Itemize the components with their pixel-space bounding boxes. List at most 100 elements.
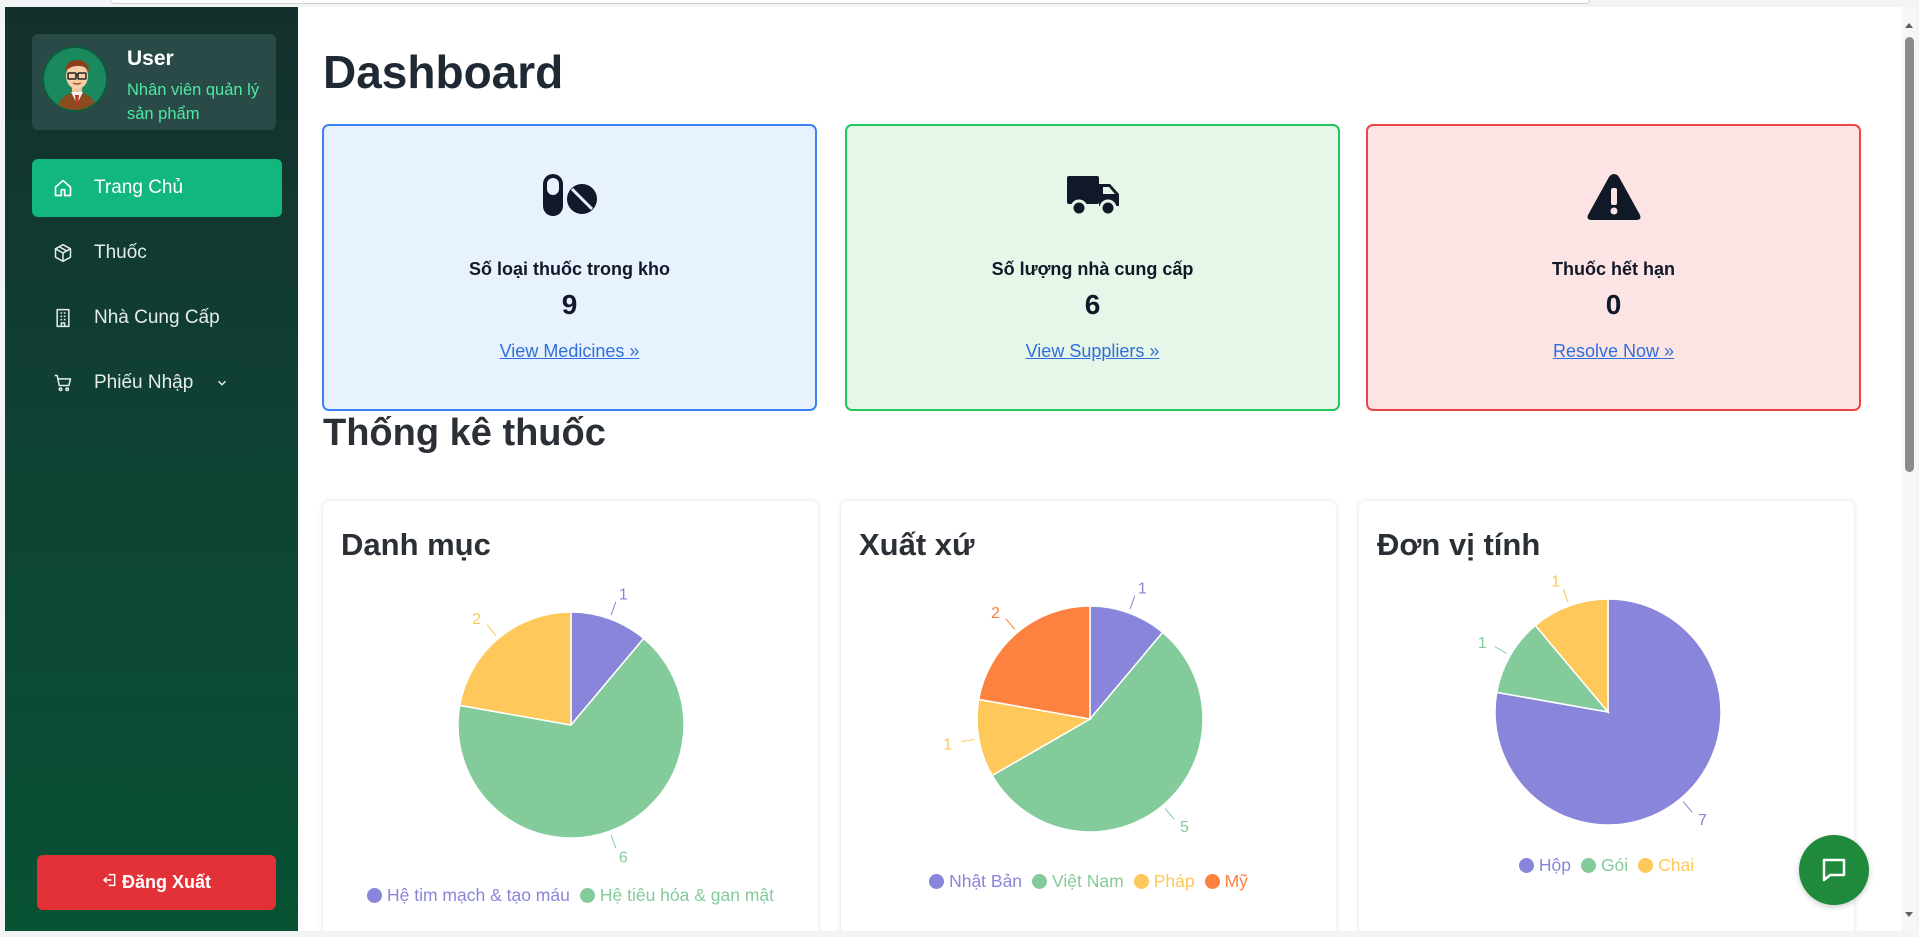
stat-label: Số loại thuốc trong kho: [469, 259, 670, 279]
legend-label: Hệ tiêu hóa & gan mật: [599, 885, 774, 905]
nav-item-label: Phiếu Nhập: [94, 372, 194, 393]
legend-dot: [1032, 874, 1048, 889]
legend-label: Mỹ: [1224, 871, 1248, 891]
pie-slice[interactable]: [977, 605, 1091, 720]
pie-data-label: 2: [472, 611, 481, 628]
legend-item[interactable]: Pháp: [1133, 871, 1195, 892]
chart-legend: Hộp Gói Chai: [1359, 855, 1854, 876]
stat-label: Thuốc hết hạn: [1552, 259, 1675, 279]
legend-item[interactable]: Chai: [1638, 855, 1694, 876]
warning-icon: [1368, 172, 1859, 220]
pie-label-line: [486, 624, 497, 636]
scroll-down-icon[interactable]: [1904, 911, 1914, 919]
cart-icon: [52, 372, 74, 394]
pie-label-line: [1164, 808, 1175, 820]
pie-label-line: [610, 834, 617, 849]
legend-item[interactable]: Hộp: [1518, 855, 1571, 876]
resolve-now-link[interactable]: Resolve Now »: [1368, 341, 1859, 362]
user-card: User Nhân viên quản lý sản phẩm: [32, 34, 276, 130]
nav-item-nha-cung-cap[interactable]: Nhà Cung Cấp: [32, 289, 282, 347]
legend-dot: [367, 888, 382, 903]
view-medicines-link[interactable]: View Medicines »: [324, 341, 815, 362]
truck-icon: [847, 172, 1338, 220]
legend-label: Nhật Bản: [949, 871, 1023, 891]
chart-legend: Hệ tim mạch & tạo máu Hệ tiêu hóa & gan …: [323, 885, 818, 906]
pie-data-label: 2: [991, 605, 1000, 622]
legend-label: Gói: [1600, 855, 1629, 875]
legend-label: Pháp: [1153, 871, 1195, 891]
logout-icon: [102, 872, 118, 893]
stat-card-medicines: Số loại thuốc trong kho 9 View Medicines…: [322, 124, 817, 411]
legend-item[interactable]: Nhật Bản: [929, 871, 1022, 892]
nav-item-label: Trang Chủ: [94, 177, 184, 198]
nav-item-trang-chu[interactable]: Trang Chủ: [32, 159, 282, 217]
stat-value: 6: [1084, 289, 1101, 320]
stat-card-suppliers: Số lượng nhà cung cấp 6 View Suppliers »: [845, 124, 1340, 411]
legend-dot: [1638, 858, 1654, 873]
stat-label: Số lượng nhà cung cấp: [991, 259, 1194, 279]
scroll-thumb[interactable]: [1905, 37, 1914, 472]
pie-data-label: 1: [943, 736, 952, 753]
avatar: [42, 46, 108, 112]
box-icon: [52, 242, 74, 264]
pie-chart-danh-muc: 1 6 2: [457, 586, 685, 867]
legend-dot: [1133, 874, 1149, 889]
logout-button[interactable]: Đăng Xuất: [37, 855, 276, 910]
sidebar: User Nhân viên quản lý sản phẩm Trang Ch…: [5, 7, 298, 931]
pie-label-line: [960, 738, 975, 743]
chevron-down-icon[interactable]: [215, 376, 229, 390]
browser-top-edge: [110, 0, 1590, 4]
legend-item[interactable]: Việt Nam: [1032, 871, 1124, 892]
chart-legend: Nhật Bản Việt Nam Pháp Mỹ: [841, 871, 1336, 892]
legend-dot: [579, 888, 595, 903]
pie-label-line: [1129, 595, 1136, 610]
section-title: Thống kê thuốc: [323, 412, 606, 454]
pie-label-line: [1682, 801, 1693, 813]
stat-card-expired: Thuốc hết hạn 0 Resolve Now »: [1366, 124, 1861, 411]
pie-label-line: [1562, 588, 1569, 603]
home-icon: [52, 177, 74, 199]
pie-data-label: 1: [1478, 635, 1487, 652]
view-suppliers-link[interactable]: View Suppliers »: [847, 341, 1338, 362]
stat-value: 0: [1605, 289, 1622, 320]
user-role: Nhân viên quản lý sản phẩm: [127, 81, 260, 123]
pie-label-line: [1005, 618, 1016, 630]
pie-data-label: 6: [619, 850, 628, 867]
scroll-up-icon[interactable]: [1904, 21, 1914, 29]
legend-dot: [929, 874, 945, 889]
nav-item-phieu-nhap[interactable]: Phiếu Nhập: [32, 354, 282, 412]
pie-data-label: 7: [1698, 812, 1707, 829]
pie-data-label: 1: [1138, 580, 1147, 597]
page-title: Dashboard: [323, 46, 564, 98]
pie-data-label: 5: [1180, 819, 1189, 836]
user-name: User: [127, 47, 174, 70]
legend-item[interactable]: Gói: [1580, 855, 1629, 876]
main-content: Dashboard Số loại thuốc trong kho 9 View…: [298, 7, 1902, 931]
stat-value: 9: [561, 289, 578, 320]
legend-item[interactable]: Hệ tiêu hóa & gan mật: [579, 885, 774, 906]
pills-icon: [324, 172, 815, 220]
nav-item-label: Thuốc: [94, 242, 147, 263]
legend-item[interactable]: Hệ tim mạch & tạo máu: [367, 885, 570, 906]
chart-card-don-vi-tinh: Đơn vị tính 711 Hộp Gói Chai: [1358, 500, 1855, 931]
logout-label: Đăng Xuất: [121, 872, 211, 892]
app-window: User Nhân viên quản lý sản phẩm Trang Ch…: [0, 0, 1919, 937]
chat-icon: [1822, 858, 1846, 882]
legend-label: Việt Nam: [1052, 871, 1124, 891]
nav-item-thuoc[interactable]: Thuốc: [32, 224, 282, 282]
pie-data-label: 1: [619, 586, 628, 603]
legend-dot: [1204, 874, 1220, 889]
pie-label-line: [610, 601, 617, 616]
pie-slice[interactable]: [458, 611, 572, 726]
chart-card-xuat-xu: Xuất xứ 1512 Nhật Bản Việt Nam Pháp Mỹ: [840, 500, 1337, 931]
user-avatar-icon: [44, 48, 106, 110]
legend-item[interactable]: Mỹ: [1204, 871, 1248, 892]
nav-item-label: Nhà Cung Cấp: [94, 307, 220, 328]
building-icon: [52, 307, 74, 329]
scrollbar[interactable]: [1902, 7, 1916, 931]
legend-dot: [1580, 858, 1596, 873]
chart-card-danh-muc: Danh mục 162 Hệ tim mạch & tạo máu Hệ ti…: [322, 500, 819, 931]
legend-label: Hệ tim mạch & tạo máu: [387, 885, 570, 905]
pie-data-label: 1: [1551, 573, 1560, 590]
chat-button[interactable]: [1799, 835, 1869, 905]
